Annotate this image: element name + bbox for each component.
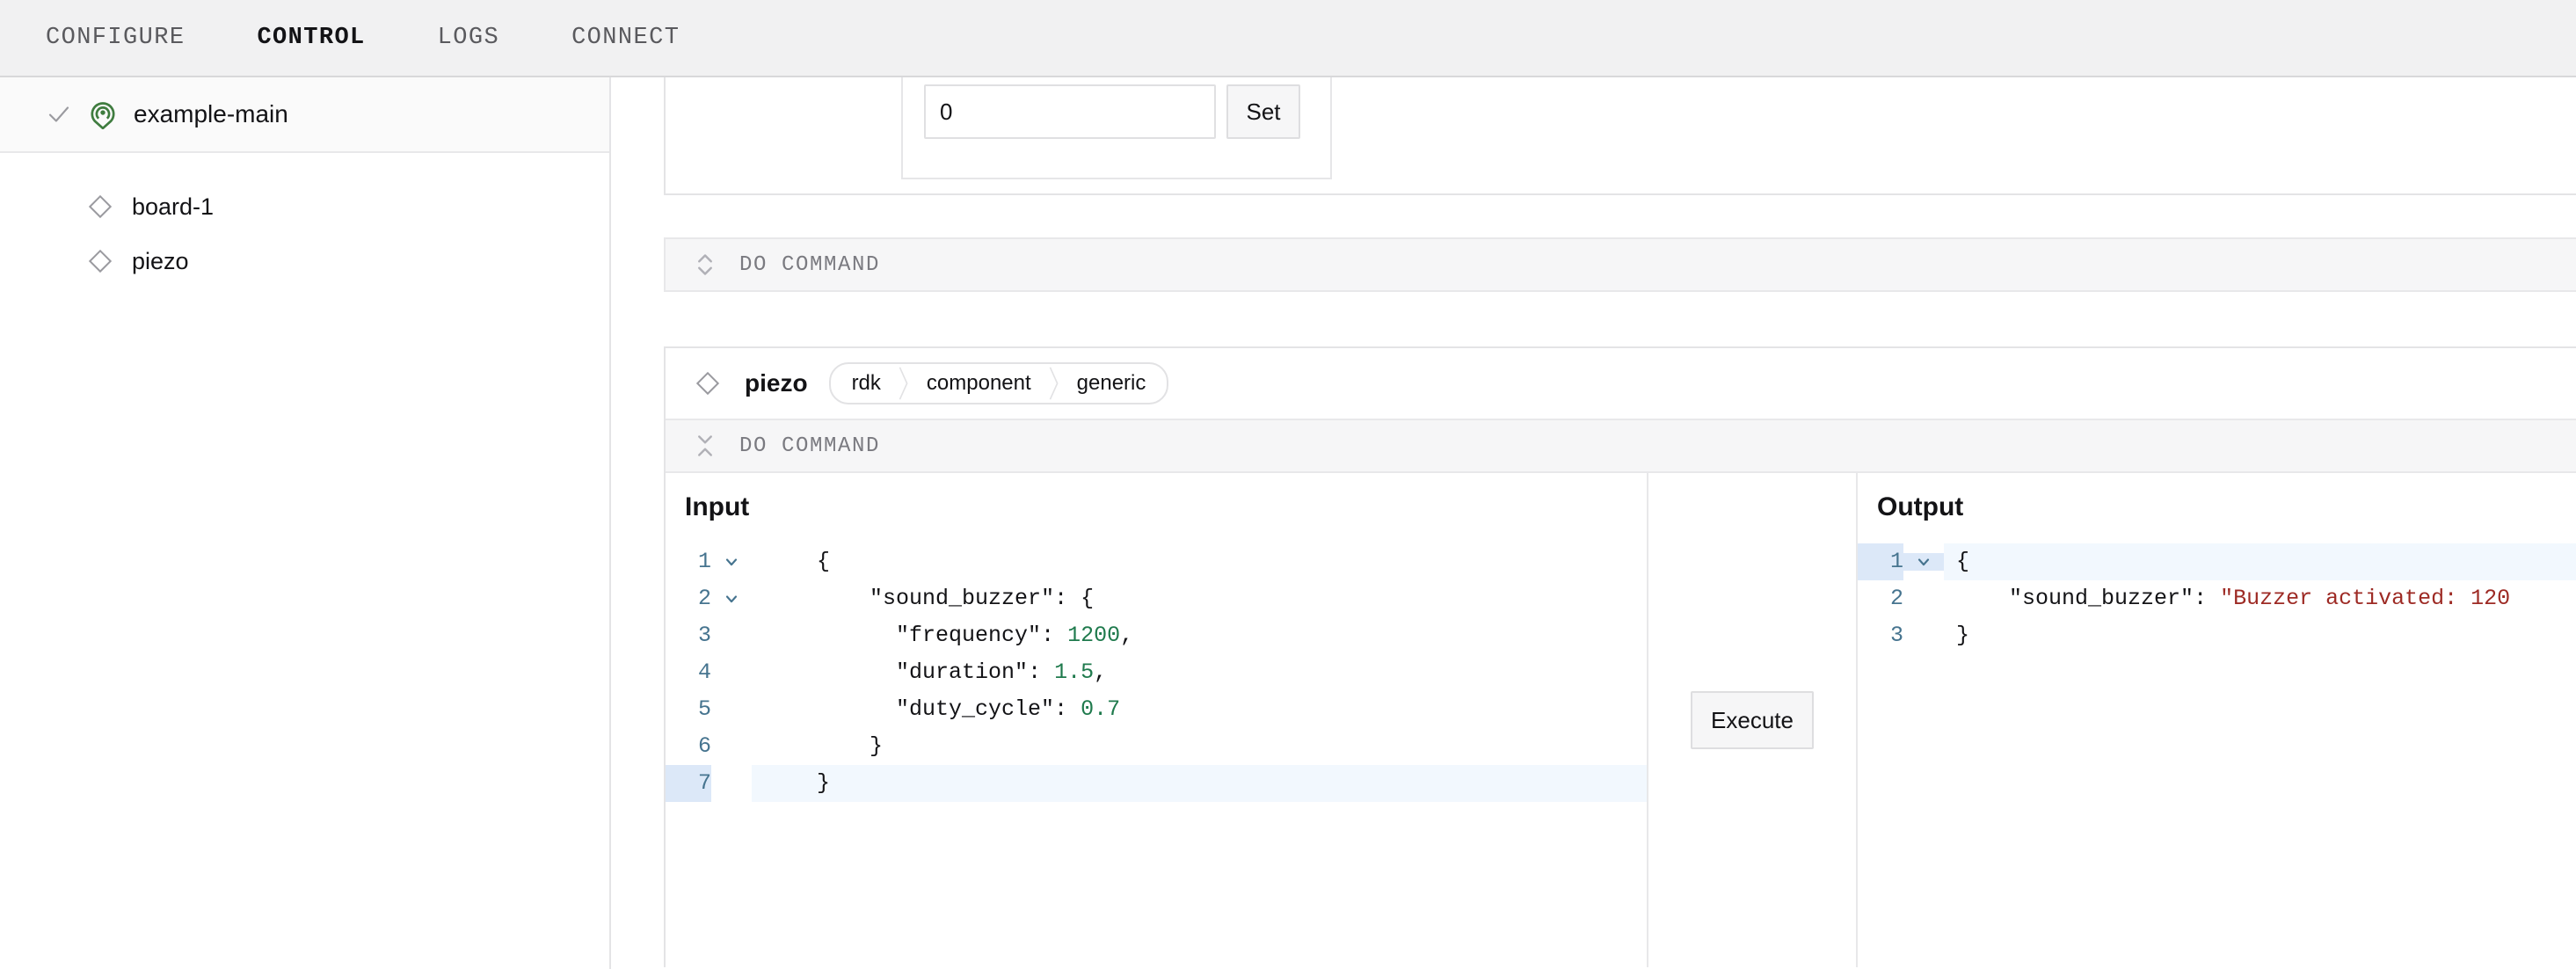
pwm-frequency-control: PWM frequency (Hz) Set <box>901 77 1332 179</box>
sidebar-item-piezo[interactable]: piezo <box>0 234 609 288</box>
line-number: 2 <box>697 586 711 611</box>
breadcrumb-item-component: component <box>926 371 1031 395</box>
code-text: } <box>1956 623 1970 648</box>
tab-logs[interactable]: LOGS <box>438 25 499 51</box>
code-line: 2 "sound_buzzer": { <box>666 580 1647 617</box>
output-pane: Output 1{2 "sound_buzzer": "Buzzer activ… <box>1858 473 2576 967</box>
piezo-card-header: piezo rdk component generic <box>666 348 2576 419</box>
diamond-icon <box>86 247 114 275</box>
code-text: "sound_buzzer": { <box>870 586 1095 611</box>
tab-connect[interactable]: CONNECT <box>571 25 680 51</box>
chevron-collapse-icon <box>694 433 717 459</box>
code-line: 6 } <box>666 728 1647 765</box>
top-navigation-tabs: CONFIGURE CONTROL LOGS CONNECT <box>0 0 2576 76</box>
execute-button[interactable]: Execute <box>1691 691 1814 749</box>
rdk-broadcast-icon <box>88 99 118 130</box>
breadcrumb: rdk component generic <box>828 362 1169 404</box>
chevron-right-icon <box>897 364 911 403</box>
chevron-expand-icon <box>694 251 717 278</box>
sidebar-item-label: board-1 <box>132 193 215 220</box>
output-title: Output <box>1877 492 1964 521</box>
code-text: "sound_buzzer": "Buzzer activated: 120 <box>2009 586 2511 611</box>
pwm-set-button[interactable]: Set <box>1226 84 1300 139</box>
line-number: 1 <box>697 549 711 574</box>
sidebar: example-main board-1 piezo <box>0 77 611 969</box>
piezo-card: piezo rdk component generic DO COMMAND I… <box>664 346 2576 967</box>
chevron-right-icon <box>1047 364 1061 403</box>
breadcrumb-item-rdk: rdk <box>851 371 881 395</box>
page-title: piezo <box>745 369 808 397</box>
main-content: PWM frequency (Hz) Set DO COMMAND <box>613 77 2576 969</box>
board-do-command-label: DO COMMAND <box>739 252 881 277</box>
tab-configure[interactable]: CONFIGURE <box>46 25 185 51</box>
input-pane: Input 1 {2 "sound_buzzer": {3 "frequency… <box>666 473 1648 967</box>
pwm-frequency-input[interactable] <box>924 84 1216 139</box>
machine-name-label: example-main <box>134 100 288 128</box>
diamond-icon <box>86 193 114 221</box>
code-line: 1{ <box>1858 543 2576 580</box>
pwm-frequency-row: Set <box>924 84 1309 139</box>
line-number: 6 <box>697 733 711 759</box>
tab-control[interactable]: CONTROL <box>257 25 365 51</box>
sidebar-resource-list: board-1 piezo <box>0 153 609 288</box>
input-title: Input <box>685 492 750 521</box>
check-icon <box>46 101 72 128</box>
code-text: "frequency": 1200, <box>896 623 1134 648</box>
line-number: 1 <box>1858 543 1903 580</box>
top-navigation-bar: CONFIGURE CONTROL LOGS CONNECT <box>0 0 2576 77</box>
code-line: 7 } <box>666 765 1647 802</box>
output-code-viewer[interactable]: 1{2 "sound_buzzer": "Buzzer activated: 1… <box>1858 543 2576 654</box>
code-text: } <box>752 765 1647 802</box>
line-number: 3 <box>697 623 711 648</box>
code-line: 5 "duty_cycle": 0.7 <box>666 691 1647 728</box>
code-line: 4 "duration": 1.5, <box>666 654 1647 691</box>
code-text: { <box>817 549 831 574</box>
chevron-down-icon[interactable] <box>711 590 752 608</box>
breadcrumb-item-generic: generic <box>1076 371 1146 395</box>
line-number: 5 <box>697 696 711 722</box>
code-line: 1 { <box>666 543 1647 580</box>
line-number: 4 <box>697 659 711 685</box>
board-card-partial: PWM frequency (Hz) Set <box>664 77 2576 195</box>
line-number: 7 <box>666 765 711 802</box>
chevron-down-icon[interactable] <box>1903 553 1944 571</box>
code-line: 3 "frequency": 1200, <box>666 617 1647 654</box>
code-line: 2 "sound_buzzer": "Buzzer activated: 120 <box>1858 580 2576 617</box>
piezo-do-command-bar[interactable]: DO COMMAND <box>666 419 2576 473</box>
board-do-command-bar[interactable]: DO COMMAND <box>664 237 2576 292</box>
sidebar-item-board-1[interactable]: board-1 <box>0 179 609 234</box>
input-code-editor[interactable]: 1 {2 "sound_buzzer": {3 "frequency": 120… <box>666 543 1647 802</box>
line-number: 3 <box>1889 623 1903 648</box>
code-line: 3} <box>1858 617 2576 654</box>
line-number: 2 <box>1889 586 1903 611</box>
do-command-body: Input 1 {2 "sound_buzzer": {3 "frequency… <box>666 473 2576 967</box>
sidebar-item-example-main[interactable]: example-main <box>0 77 609 153</box>
diamond-icon <box>694 369 722 397</box>
execute-pane: Execute <box>1648 473 1858 967</box>
sidebar-item-label: piezo <box>132 247 189 274</box>
code-text: } <box>870 733 884 759</box>
code-text: { <box>1944 543 2576 580</box>
code-text: "duty_cycle": 0.7 <box>896 696 1121 722</box>
piezo-do-command-label: DO COMMAND <box>739 434 881 458</box>
code-text: "duration": 1.5, <box>896 659 1108 685</box>
chevron-down-icon[interactable] <box>711 553 752 571</box>
